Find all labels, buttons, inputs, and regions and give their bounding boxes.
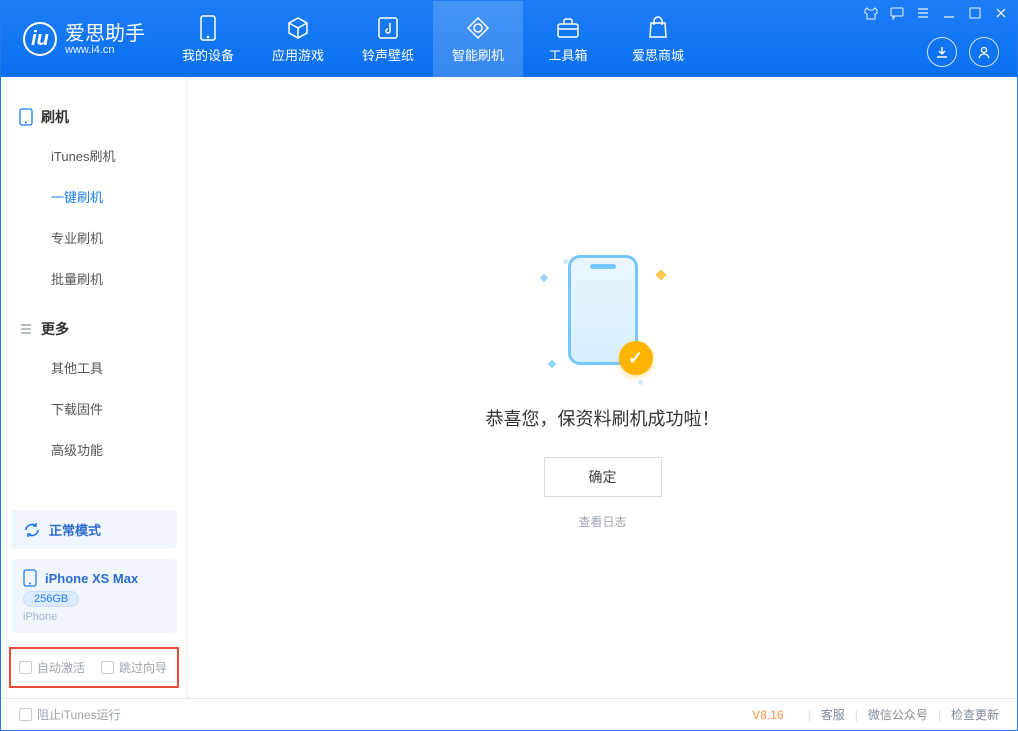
bag-icon bbox=[645, 15, 671, 41]
device-icon bbox=[195, 15, 221, 41]
main-panel: ✓ 恭喜您，保资料刷机成功啦！ 确定 查看日志 bbox=[188, 77, 1017, 698]
tab-my-device[interactable]: 我的设备 bbox=[163, 1, 253, 77]
tab-label: 工具箱 bbox=[548, 45, 587, 64]
skin-icon[interactable] bbox=[863, 5, 879, 21]
footer-link-support[interactable]: 客服 bbox=[821, 706, 845, 723]
logo-icon: iu bbox=[23, 22, 57, 56]
maximize-icon[interactable] bbox=[967, 5, 983, 21]
tab-store[interactable]: 爱思商城 bbox=[613, 1, 703, 77]
logo-area: iu 爱思助手 www.i4.cn bbox=[1, 1, 163, 77]
app-window: iu 爱思助手 www.i4.cn 我的设备 应用游戏 bbox=[0, 0, 1018, 731]
sidebar-group-flash: 刷机 iTunes刷机 一键刷机 专业刷机 批量刷机 bbox=[1, 93, 187, 305]
tab-label: 智能刷机 bbox=[452, 45, 504, 64]
highlighted-options: 自动激活 跳过向导 bbox=[9, 647, 179, 688]
sidebar: 刷机 iTunes刷机 一键刷机 专业刷机 批量刷机 更多 其他工具 下载固件 … bbox=[1, 77, 188, 698]
sidebar-item-download-firmware[interactable]: 下载固件 bbox=[1, 388, 187, 429]
window-controls bbox=[863, 5, 1009, 21]
nav-tabs: 我的设备 应用游戏 铃声壁纸 智能刷机 bbox=[163, 1, 703, 77]
list-icon bbox=[19, 322, 33, 336]
sidebar-item-batch-flash[interactable]: 批量刷机 bbox=[1, 258, 187, 299]
header-right bbox=[927, 37, 999, 67]
feedback-icon[interactable] bbox=[889, 5, 905, 21]
checkbox-auto-activate[interactable]: 自动激活 bbox=[19, 659, 85, 676]
menu-icon[interactable] bbox=[915, 5, 931, 21]
app-site: www.i4.cn bbox=[65, 45, 145, 56]
sidebar-item-onekey-flash[interactable]: 一键刷机 bbox=[1, 176, 187, 217]
footer-link-update[interactable]: 检查更新 bbox=[951, 706, 999, 723]
sidebar-group-header: 刷机 bbox=[1, 99, 187, 135]
check-badge-icon: ✓ bbox=[619, 341, 653, 375]
phone-small-icon bbox=[23, 569, 37, 587]
device-name: iPhone XS Max bbox=[45, 571, 138, 586]
view-log-link[interactable]: 查看日志 bbox=[578, 513, 626, 530]
device-card[interactable]: iPhone XS Max 256GB iPhone bbox=[11, 559, 177, 633]
refresh-icon bbox=[465, 15, 491, 41]
sidebar-group-header: 更多 bbox=[1, 311, 187, 347]
tab-apps-games[interactable]: 应用游戏 bbox=[253, 1, 343, 77]
device-sub: iPhone bbox=[23, 611, 165, 623]
checkbox-icon bbox=[19, 661, 32, 674]
checkbox-icon bbox=[19, 708, 32, 721]
result-card: ✓ 恭喜您，保资料刷机成功啦！ 确定 查看日志 bbox=[486, 245, 720, 530]
close-icon[interactable] bbox=[993, 5, 1009, 21]
sidebar-item-other-tools[interactable]: 其他工具 bbox=[1, 347, 187, 388]
device-mode-card[interactable]: 正常模式 bbox=[11, 510, 177, 549]
device-capacity: 256GB bbox=[23, 591, 79, 607]
success-message: 恭喜您，保资料刷机成功啦！ bbox=[486, 405, 720, 431]
phone-small-icon bbox=[19, 108, 33, 126]
minimize-icon[interactable] bbox=[941, 5, 957, 21]
download-button[interactable] bbox=[927, 37, 957, 67]
statusbar: 阻止iTunes运行 V8.16 | 客服 | 微信公众号 | 检查更新 bbox=[1, 698, 1017, 730]
content-body: 刷机 iTunes刷机 一键刷机 专业刷机 批量刷机 更多 其他工具 下载固件 … bbox=[1, 77, 1017, 698]
tab-ringtones[interactable]: 铃声壁纸 bbox=[343, 1, 433, 77]
toolbox-icon bbox=[555, 15, 581, 41]
tab-label: 铃声壁纸 bbox=[362, 45, 414, 64]
sidebar-item-pro-flash[interactable]: 专业刷机 bbox=[1, 217, 187, 258]
sidebar-item-itunes-flash[interactable]: iTunes刷机 bbox=[1, 135, 187, 176]
sidebar-item-advanced[interactable]: 高级功能 bbox=[1, 429, 187, 470]
tab-toolbox[interactable]: 工具箱 bbox=[523, 1, 613, 77]
checkbox-block-itunes[interactable]: 阻止iTunes运行 bbox=[19, 706, 121, 723]
tab-label: 爱思商城 bbox=[632, 45, 684, 64]
tab-label: 应用游戏 bbox=[272, 45, 324, 64]
success-illustration: ✓ bbox=[523, 245, 683, 385]
user-button[interactable] bbox=[969, 37, 999, 67]
footer-link-wechat[interactable]: 微信公众号 bbox=[868, 706, 928, 723]
music-icon bbox=[375, 15, 401, 41]
device-mode-label: 正常模式 bbox=[49, 520, 101, 539]
tab-label: 我的设备 bbox=[182, 45, 234, 64]
checkbox-skip-guide[interactable]: 跳过向导 bbox=[101, 659, 167, 676]
titlebar: iu 爱思助手 www.i4.cn 我的设备 应用游戏 bbox=[1, 1, 1017, 77]
app-title: 爱思助手 bbox=[65, 23, 145, 45]
sync-icon bbox=[23, 521, 41, 539]
version-label: V8.16 bbox=[752, 708, 783, 722]
sidebar-group-more: 更多 其他工具 下载固件 高级功能 bbox=[1, 305, 187, 476]
cube-icon bbox=[285, 15, 311, 41]
tab-smart-flash[interactable]: 智能刷机 bbox=[433, 1, 523, 77]
confirm-button[interactable]: 确定 bbox=[544, 457, 662, 497]
checkbox-icon bbox=[101, 661, 114, 674]
